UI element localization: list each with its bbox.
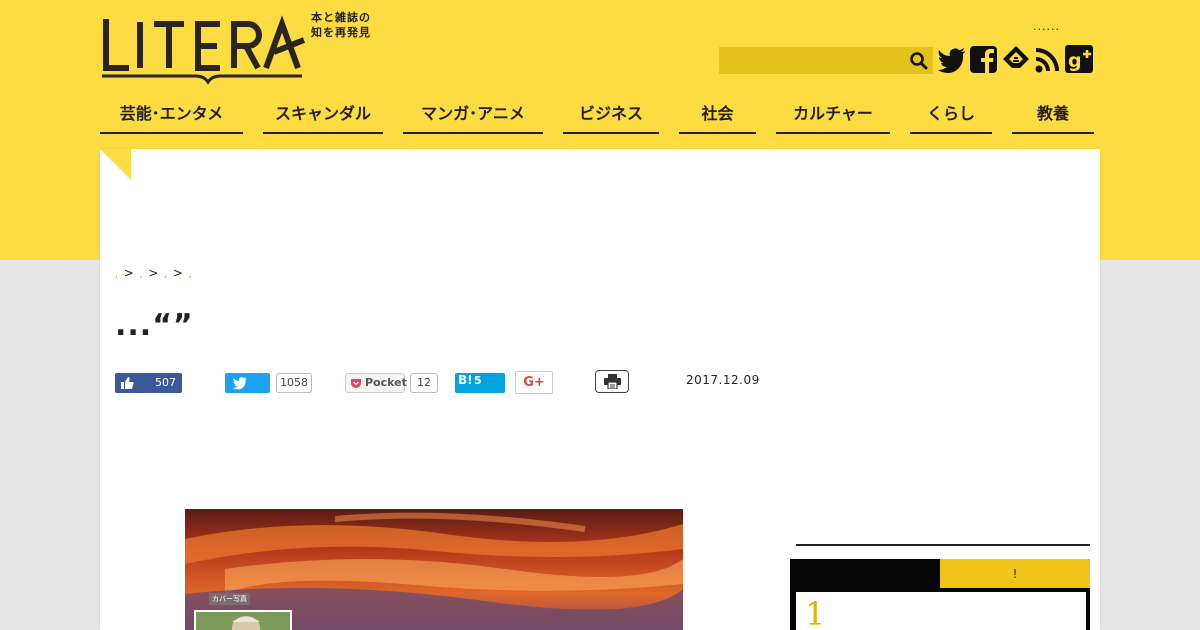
search-input[interactable] — [719, 47, 933, 74]
twitter-share-button[interactable] — [225, 373, 270, 393]
site-tagline: 本と雑誌の 知を再発見 — [311, 10, 381, 40]
rss-icon[interactable] — [1033, 44, 1063, 74]
nav-item-manga-anime[interactable]: マンガ･アニメ — [403, 100, 543, 134]
card-corner-fold — [99, 148, 132, 181]
nav-item-scandal[interactable]: スキャンダル — [263, 100, 383, 134]
pocket-count: 12 — [410, 373, 438, 393]
ranking-tab-primary[interactable] — [790, 559, 940, 588]
breadcrumb-separator: > — [172, 266, 184, 280]
breadcrumb-current: , — [188, 270, 193, 280]
facebook-like-button[interactable]: 507 — [115, 373, 182, 393]
svg-text:g: g — [1068, 50, 1082, 72]
tagline-line-2: 知を再発見 — [311, 26, 371, 39]
logo-wordmark — [102, 15, 306, 85]
ranking-list-item[interactable] — [796, 592, 1086, 630]
article-date: 2017.12.09 — [686, 373, 760, 387]
twitter-share-count: 1058 — [276, 373, 312, 393]
twitter-icon[interactable] — [937, 44, 967, 74]
google-plus-icon[interactable]: g — [1065, 44, 1095, 74]
nav-item-culture[interactable]: カルチャー — [776, 100, 890, 134]
hatena-bookmark-icon: B! — [458, 373, 473, 387]
facebook-icon[interactable] — [969, 44, 999, 74]
ranking-tab-secondary[interactable]: ! — [940, 559, 1090, 588]
print-button[interactable] — [595, 370, 629, 393]
sidebar-divider — [796, 544, 1090, 546]
google-plus-share-button[interactable]: G+ — [515, 371, 553, 394]
search-icon[interactable] — [909, 51, 929, 71]
nav-item-business[interactable]: ビジネス — [563, 100, 659, 134]
hatena-bookmark-button[interactable]: B! 5 — [455, 373, 505, 393]
tagline-line-1: 本と雑誌の — [311, 11, 371, 24]
pocket-icon — [351, 379, 361, 388]
facebook-like-count: 507 — [155, 376, 176, 389]
pocket-save-button[interactable]: Pocket — [345, 373, 407, 393]
nav-item-society[interactable]: 社会 — [679, 100, 756, 134]
book-cover-thumbnail[interactable] — [194, 610, 292, 630]
ranking-number: 1 — [805, 595, 826, 630]
printer-icon — [604, 374, 621, 389]
breadcrumb: , > , > , > , — [115, 266, 193, 280]
breadcrumb-link-2[interactable]: , — [140, 270, 144, 280]
twitter-bird-icon — [233, 377, 247, 390]
nav-item-life[interactable]: くらし — [910, 100, 992, 134]
article-title: ...“” — [115, 308, 194, 343]
breadcrumb-separator: > — [123, 266, 135, 280]
feedly-icon[interactable] — [1001, 44, 1031, 74]
hatena-bookmark-count: 5 — [474, 374, 482, 387]
hero-image-caption: カバー写真 — [209, 593, 250, 605]
breadcrumb-link-3[interactable]: , — [164, 270, 168, 280]
header-dots: ...... — [1033, 20, 1060, 33]
breadcrumb-link-1[interactable]: , — [115, 270, 119, 280]
thumbs-up-icon — [121, 377, 134, 389]
pocket-label: Pocket — [365, 376, 407, 389]
nav-item-knowledge[interactable]: 教養 — [1012, 100, 1094, 134]
nav-item-entertainment[interactable]: 芸能･エンタメ — [100, 100, 243, 134]
breadcrumb-separator: > — [148, 266, 160, 280]
